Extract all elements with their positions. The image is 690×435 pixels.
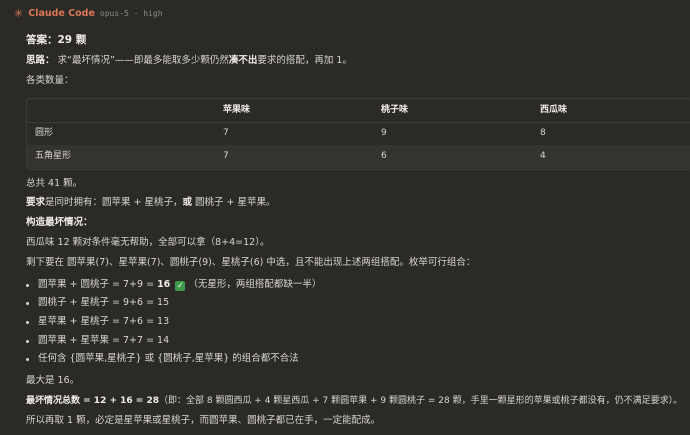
total-line: 总共 41 颗。 — [26, 178, 83, 189]
remaining-line: 剩下要在 圆苹果(7)、星苹果(7)、圆桃子(9)、星桃子(6) 中选，且不能出… — [26, 257, 476, 268]
bullet-icon — [26, 340, 29, 343]
bullet-icon — [26, 284, 29, 287]
table-header-cell: 桃子味 — [381, 105, 409, 115]
list-item: 圆苹果 + 圆桃子 = 7+9 = 16 ✓ （无星形，两组搭配都缺一半） — [38, 279, 322, 291]
table-header-cell: 西瓜味 — [540, 105, 568, 115]
watermelon-line: 西瓜味 12 颗对条件毫无帮助，全部可以拿（8+4=12）。 — [26, 237, 270, 248]
app-name: Claude Code — [28, 8, 95, 19]
max-line: 最大是 16。 — [26, 375, 80, 386]
model-info: opus-5 · high — [99, 9, 163, 18]
table-cell: 8 — [540, 128, 546, 138]
list-item: 圆桃子 + 星桃子 = 9+6 = 15 — [38, 297, 170, 308]
list-item: 圆苹果 + 星苹果 = 7+7 = 14 — [38, 335, 170, 346]
conclusion-line: 所以再取 1 颗，必定是星苹果或星桃子，而圆苹果、圆桃子都已在手，一定能配成。 — [26, 415, 381, 426]
table-cell: 7 — [223, 151, 229, 161]
table-row: 五角星形 7 6 4 — [27, 145, 690, 168]
bullet-icon — [26, 302, 29, 305]
table-row: 圆形 7 9 8 — [27, 122, 690, 146]
worst-total-line: 最坏情况总数 = 12 + 16 = 28（即：全部 8 颗圆西瓜 + 4 颗星… — [26, 396, 683, 406]
table-header-row: 苹果味 桃子味 西瓜味 — [27, 99, 690, 123]
table-cell: 4 — [540, 151, 546, 161]
construct-heading: 构造最坏情况： — [26, 217, 93, 228]
claude-star-icon: ✳ — [14, 7, 24, 20]
table-cell: 6 — [381, 151, 387, 161]
app-header: ✳ Claude Code opus-5 · high — [14, 8, 163, 19]
counts-label: 各类数量： — [26, 75, 74, 86]
table-cell: 圆形 — [35, 128, 54, 138]
check-mark-icon: ✓ — [175, 281, 186, 291]
idea-line: 思路： 求“最坏情况”——即最多能取多少颗仍然凑不出要求的搭配，再加 1。 — [26, 55, 352, 66]
bullet-icon — [26, 321, 29, 324]
requirement-line: 要求是同时拥有：圆苹果 + 星桃子，或 圆桃子 + 星苹果。 — [26, 197, 276, 208]
counts-table: 苹果味 桃子味 西瓜味 圆形 7 9 8 五角星形 7 6 4 — [26, 98, 690, 170]
list-item: 任何含 {圆苹果,星桃子} 或 {圆桃子,星苹果} 的组合都不合法 — [38, 353, 299, 364]
table-cell: 7 — [223, 128, 229, 138]
table-header-cell: 苹果味 — [223, 105, 251, 115]
answer-heading: 答案：29 颗 — [26, 34, 87, 46]
table-cell: 五角星形 — [35, 151, 72, 161]
table-cell: 9 — [381, 128, 387, 138]
bullet-icon — [26, 358, 29, 361]
list-item: 星苹果 + 星桃子 = 7+6 = 13 — [38, 316, 170, 327]
